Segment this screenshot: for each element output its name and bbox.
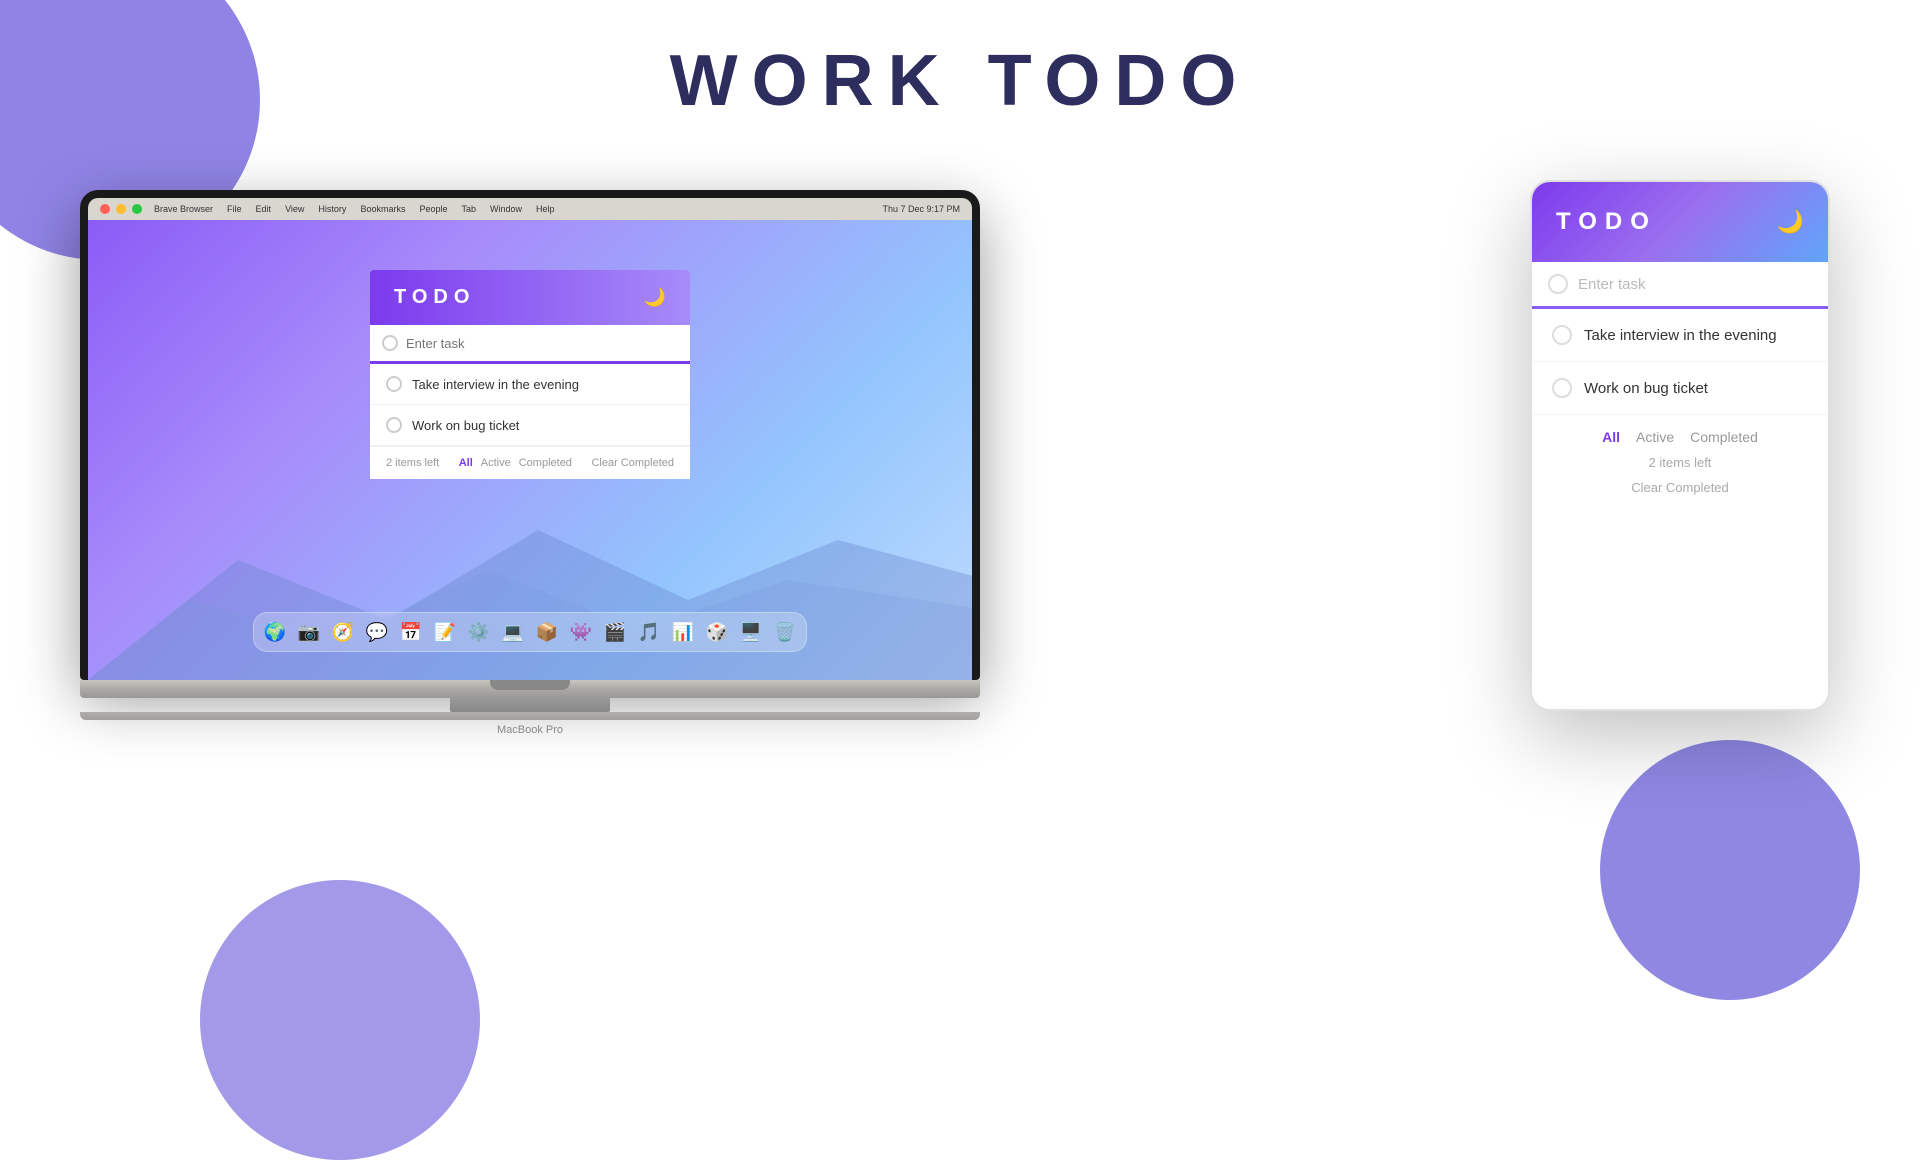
phone-input-placeholder[interactable]: Enter task (1578, 276, 1646, 293)
macbook-label: MacBook Pro (80, 724, 980, 736)
bg-decoration-bottom-left (200, 880, 480, 1160)
clear-completed-laptop[interactable]: Clear Completed (591, 457, 674, 469)
macbook-menubar: Brave Browser File Edit View History Boo… (88, 198, 972, 220)
phone-todo-header: TODO 🌙 (1532, 182, 1828, 262)
dock-icon-calendar[interactable]: 📅 (396, 617, 426, 647)
phone-item-text-1: Take interview in the evening (1584, 327, 1777, 344)
macbook-stand (450, 698, 610, 712)
menubar-items: Brave Browser File Edit View History Boo… (154, 204, 555, 214)
phone-filter-active[interactable]: Active (1636, 429, 1674, 445)
macos-dock: 🌍 📷 🧭 💬 📅 📝 ⚙️ 💻 📦 👾 🎬 🎵 📊 🎲 🖥️ 🗑️ (253, 612, 807, 652)
item-checkbox-2-laptop[interactable] (386, 417, 402, 433)
filter-completed-laptop[interactable]: Completed (519, 457, 572, 469)
bg-decoration-bottom-right (1600, 740, 1860, 1000)
item-checkbox-1-laptop[interactable] (386, 376, 402, 392)
todo-app-laptop: TODO 🌙 Take interview in the evening (370, 270, 690, 479)
filter-all-laptop[interactable]: All (459, 457, 473, 469)
todo-footer-laptop: 2 items left All Active Completed Clear … (370, 446, 690, 479)
dock-icon-music[interactable]: 🎵 (634, 617, 664, 647)
phone-filter-group: All Active Completed (1602, 429, 1758, 445)
dock-icon-notes[interactable]: 📝 (430, 617, 460, 647)
dock-icon-finder[interactable]: 🌍 (260, 617, 290, 647)
dock-icon-stats[interactable]: 📊 (668, 617, 698, 647)
macbook-mockup: Brave Browser File Edit View History Boo… (80, 190, 980, 736)
todo-input-laptop[interactable] (406, 336, 678, 351)
phone-frame: TODO 🌙 Enter task Take interview in the … (1530, 180, 1830, 711)
todo-list-laptop: Take interview in the evening Work on bu… (370, 364, 690, 446)
dock-icon-terminal[interactable]: 💻 (498, 617, 528, 647)
dock-icon-archive[interactable]: 📦 (532, 617, 562, 647)
phone-filter-completed[interactable]: Completed (1690, 429, 1758, 445)
phone-footer: All Active Completed 2 items left Clear … (1532, 415, 1828, 509)
macbook-screen-outer: Brave Browser File Edit View History Boo… (80, 190, 980, 680)
phone-todo-item-1: Take interview in the evening (1532, 309, 1828, 362)
phone-input-circle (1548, 274, 1568, 294)
phone-todo-list: Take interview in the evening Work on bu… (1532, 309, 1828, 415)
phone-body-empty (1532, 509, 1828, 709)
dock-icon-monitor[interactable]: 🖥️ (736, 617, 766, 647)
phone-moon-icon[interactable]: 🌙 (1777, 209, 1804, 235)
maximize-button-dot[interactable] (132, 204, 142, 214)
items-left-laptop: 2 items left (386, 457, 439, 469)
phone-input-area: Enter task (1532, 262, 1828, 309)
macbook-screen: TODO 🌙 Take interview in the evening (88, 220, 972, 680)
dock-icon-game[interactable]: 🎲 (702, 617, 732, 647)
macbook-base (80, 680, 980, 698)
item-text-1-laptop: Take interview in the evening (412, 377, 579, 392)
close-button-dot[interactable] (100, 204, 110, 214)
menu-bookmarks[interactable]: Bookmarks (360, 204, 405, 214)
phone-item-checkbox-1[interactable] (1552, 325, 1572, 345)
menu-help[interactable]: Help (536, 204, 555, 214)
todo-input-area-laptop (370, 325, 690, 364)
dock-icon-trash[interactable]: 🗑️ (770, 617, 800, 647)
dock-icon-messages[interactable]: 💬 (362, 617, 392, 647)
menu-tab[interactable]: Tab (461, 204, 476, 214)
menu-window[interactable]: Window (490, 204, 522, 214)
dock-icon-settings[interactable]: ⚙️ (464, 617, 494, 647)
phone-clear-completed[interactable]: Clear Completed (1631, 480, 1729, 495)
phone-item-text-2: Work on bug ticket (1584, 380, 1708, 397)
minimize-button-dot[interactable] (116, 204, 126, 214)
filter-active-laptop[interactable]: Active (481, 457, 511, 469)
menu-edit[interactable]: Edit (256, 204, 272, 214)
todo-item-2-laptop: Work on bug ticket (370, 405, 690, 446)
phone-items-left: 2 items left (1649, 455, 1712, 470)
menu-history[interactable]: History (318, 204, 346, 214)
phone-mockup: TODO 🌙 Enter task Take interview in the … (1530, 180, 1830, 711)
menu-view[interactable]: View (285, 204, 304, 214)
todo-header-laptop: TODO 🌙 (370, 270, 690, 325)
phone-item-checkbox-2[interactable] (1552, 378, 1572, 398)
filter-group-laptop: All Active Completed (459, 457, 572, 469)
dock-icon-video[interactable]: 🎬 (600, 617, 630, 647)
todo-title-laptop: TODO (394, 286, 475, 309)
page-title: WORK TODO (670, 40, 1251, 122)
macbook-notch (490, 680, 570, 690)
input-circle-laptop (382, 335, 398, 351)
phone-filter-all[interactable]: All (1602, 429, 1620, 445)
moon-icon-laptop[interactable]: 🌙 (644, 287, 666, 308)
menu-file[interactable]: File (227, 204, 242, 214)
menubar-datetime: Thu 7 Dec 9:17 PM (882, 204, 960, 214)
item-text-2-laptop: Work on bug ticket (412, 418, 519, 433)
todo-item-1-laptop: Take interview in the evening (370, 364, 690, 405)
macbook-foot (80, 712, 980, 720)
dock-icon-discord[interactable]: 👾 (566, 617, 596, 647)
dock-icon-photos[interactable]: 📷 (294, 617, 324, 647)
menu-people[interactable]: People (419, 204, 447, 214)
menu-app[interactable]: Brave Browser (154, 204, 213, 214)
phone-todo-item-2: Work on bug ticket (1532, 362, 1828, 415)
dock-icon-safari[interactable]: 🧭 (328, 617, 358, 647)
phone-todo-title: TODO (1556, 208, 1657, 236)
